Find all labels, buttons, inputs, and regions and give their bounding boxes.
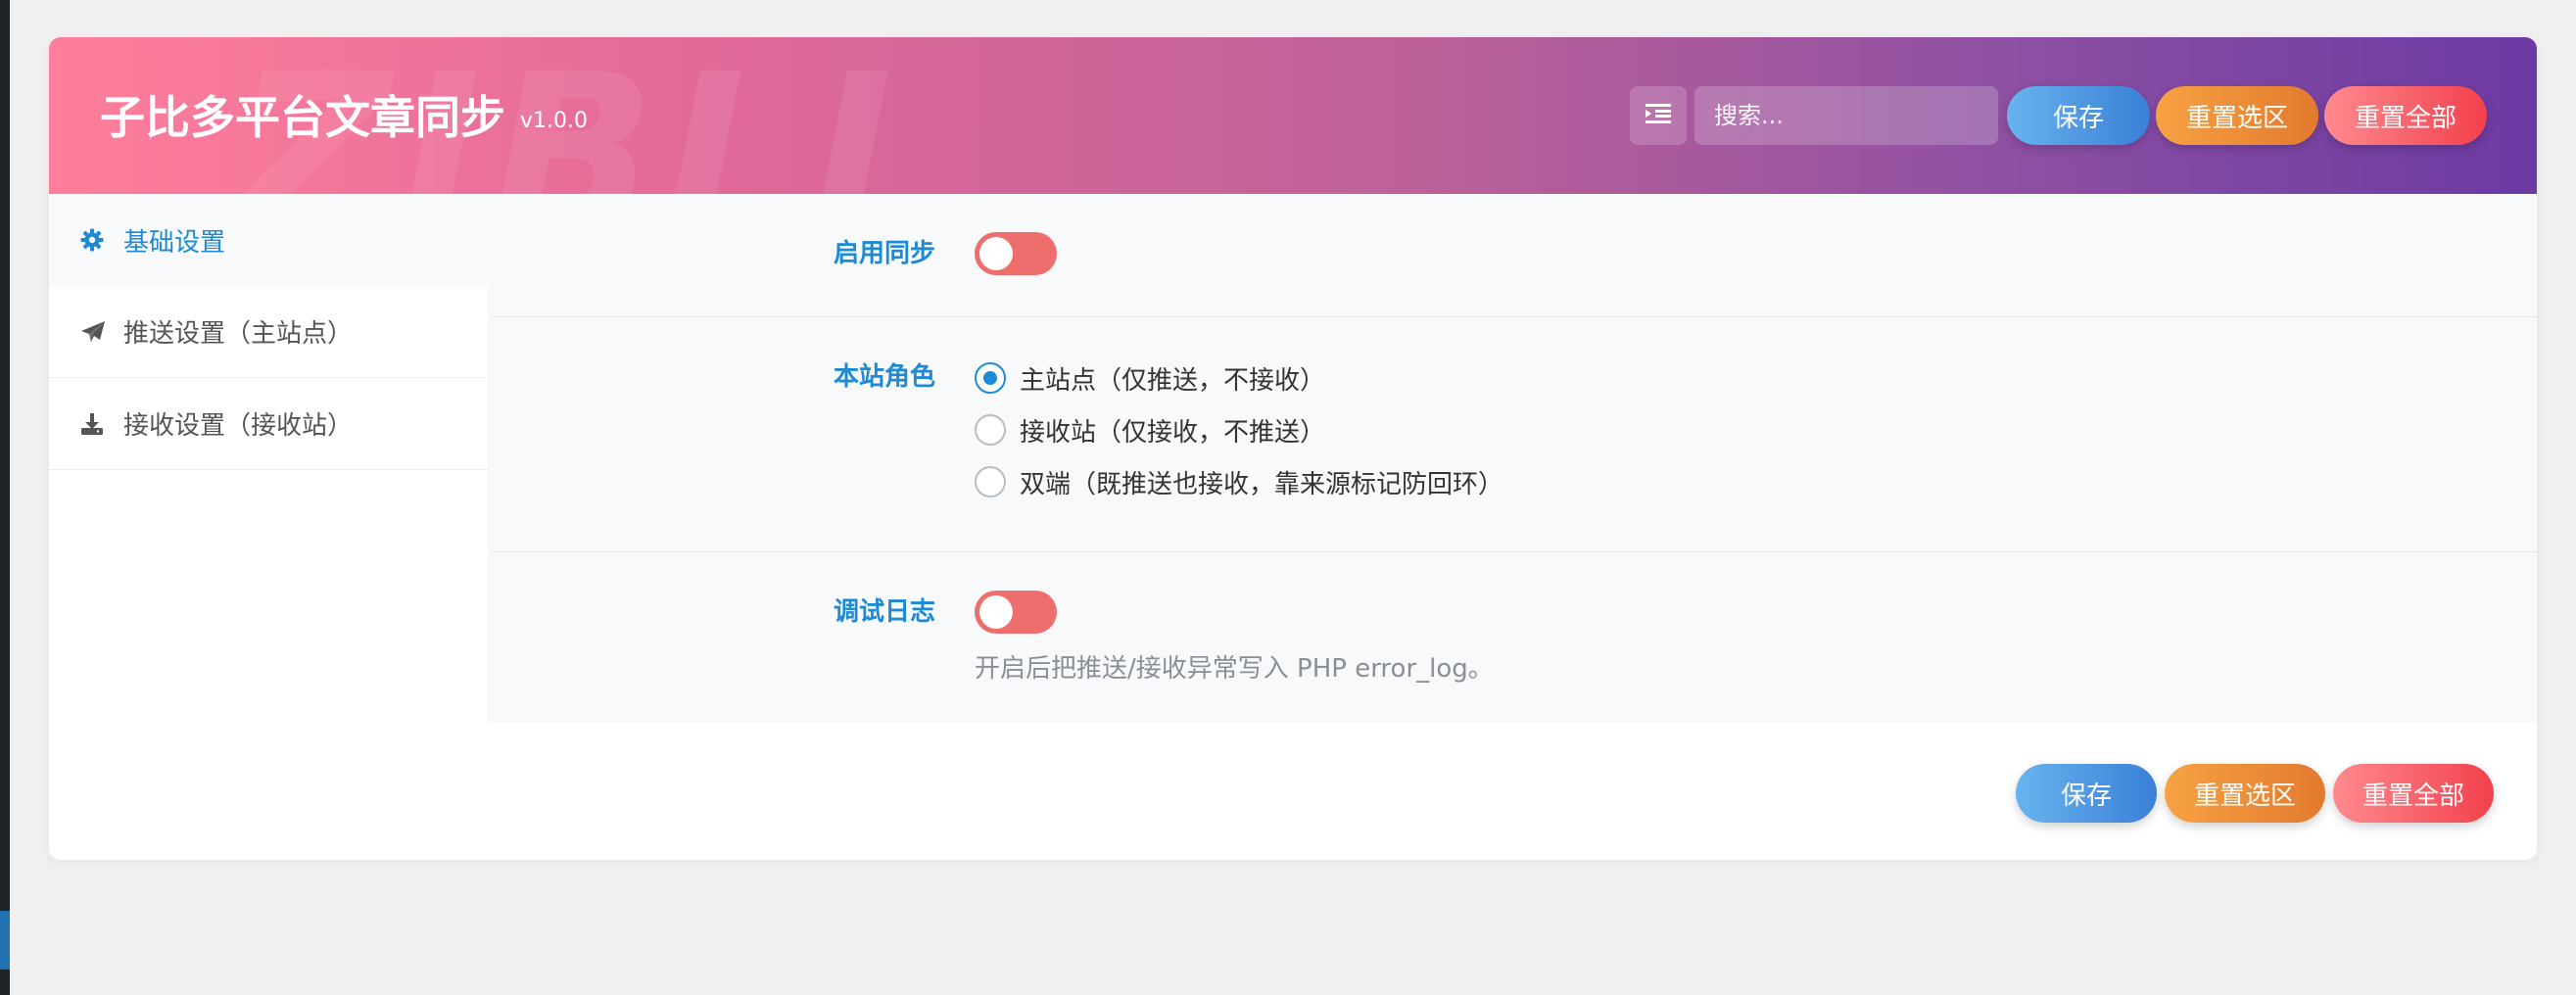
footer-actions: 保存 重置选区 重置全部 (49, 723, 2537, 860)
header-save-button[interactable]: 保存 (2007, 86, 2150, 145)
version-label: v1.0.0 (520, 109, 588, 133)
sidebar-item-label: 接收设置（接收站） (123, 411, 354, 441)
sidebar-item-basic-settings[interactable]: 基础设置 (49, 194, 491, 286)
gear-icon (80, 227, 106, 253)
search-input[interactable] (1694, 86, 1998, 145)
header-bar: ZIBLL 子比多平台文章同步 v1.0.0 保存 重置选区 重置全部 (49, 37, 2537, 194)
enable-sync-toggle[interactable] (975, 232, 1057, 275)
footer-reset-section-button[interactable]: 重置选区 (2165, 764, 2325, 823)
debug-log-label: 调试日志 (834, 597, 936, 627)
setting-row-debug-log: 调试日志 开启后把推送/接收异常写入 PHP error_log。 (491, 552, 2537, 723)
list-indent-icon (1646, 103, 1671, 128)
debug-log-toggle[interactable] (975, 591, 1057, 634)
radio-label: 主站点（仅推送，不接收） (1020, 365, 1326, 396)
download-icon (80, 411, 106, 437)
site-role-option-both[interactable]: 双端（既推送也接收，靠来源标记防回环） (975, 464, 1503, 499)
sidebar-item-label: 推送设置（主站点） (123, 319, 354, 349)
setting-row-site-role: 本站角色 主站点（仅推送，不接收） 接收站（仅接收，不推送） 双端（既推送也接收… (491, 317, 2537, 552)
sidebar-item-label: 基础设置 (123, 227, 226, 258)
site-role-option-receiver[interactable]: 接收站（仅接收，不推送） (975, 412, 1325, 448)
debug-log-description: 开启后把推送/接收异常写入 PHP error_log。 (975, 654, 1494, 684)
radio-button[interactable] (975, 362, 1006, 394)
header-reset-all-button[interactable]: 重置全部 (2324, 86, 2487, 145)
settings-panel: ZIBLL 子比多平台文章同步 v1.0.0 保存 重置选区 重置全部 (49, 37, 2537, 860)
settings-content: 启用同步 本站角色 主站点（仅推送，不接收） 接收站（仅接收，不推送） 双端（既… (491, 194, 2537, 723)
page-title: 子比多平台文章同步 (100, 91, 505, 144)
settings-sidebar: 基础设置 推送设置（主站点） 接收设置（接收站） (49, 194, 491, 723)
radio-button[interactable] (975, 414, 1006, 446)
toggle-knob (979, 237, 1013, 270)
header-reset-section-button[interactable]: 重置选区 (2156, 86, 2318, 145)
sidebar-item-push-settings[interactable]: 推送设置（主站点） (49, 286, 490, 378)
menu-toggle-button[interactable] (1630, 86, 1687, 145)
setting-row-enable-sync: 启用同步 (491, 194, 2537, 317)
enable-sync-label: 启用同步 (834, 239, 936, 268)
footer-reset-all-button[interactable]: 重置全部 (2333, 764, 2494, 823)
footer-save-button[interactable]: 保存 (2016, 764, 2157, 823)
radio-label: 接收站（仅接收，不推送） (1020, 417, 1326, 448)
site-role-label: 本站角色 (834, 362, 936, 392)
admin-sidebar-edge (0, 0, 10, 995)
site-role-option-main[interactable]: 主站点（仅推送，不接收） (975, 360, 1325, 396)
admin-sidebar-accent (0, 911, 10, 970)
sidebar-item-receive-settings[interactable]: 接收设置（接收站） (49, 378, 490, 470)
radio-label: 双端（既推送也接收，靠来源标记防回环） (1020, 469, 1504, 499)
paper-plane-icon (80, 319, 106, 345)
radio-button[interactable] (975, 466, 1006, 498)
toggle-knob (979, 595, 1013, 629)
